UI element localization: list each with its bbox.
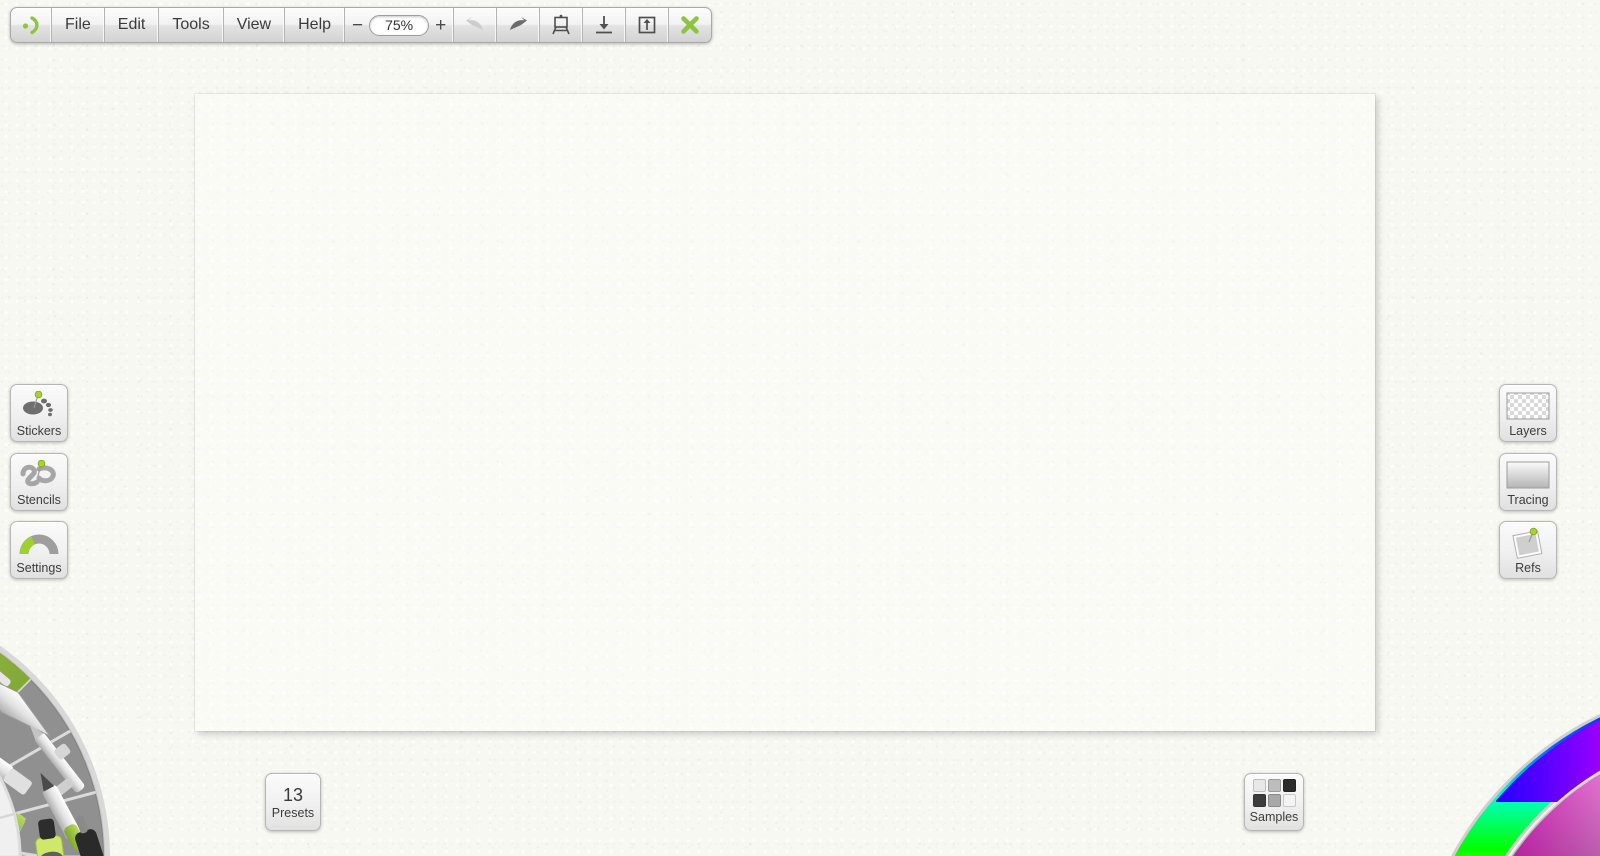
menu-help[interactable]: Help (285, 8, 346, 42)
zoom-out-button[interactable]: − (352, 16, 363, 35)
sample-swatch-4[interactable] (1267, 794, 1281, 807)
sample-swatch-grid[interactable] (1252, 779, 1296, 807)
artrage-logo-icon[interactable] (11, 8, 52, 42)
menu-edit-label: Edit (117, 16, 146, 33)
download-arrow-icon (596, 16, 613, 34)
import-button[interactable] (583, 8, 627, 42)
boxed-up-arrow-icon (638, 16, 656, 34)
menu-file[interactable]: File (52, 8, 105, 42)
samples-label: Samples (1249, 810, 1299, 824)
gradient-square-icon (1506, 458, 1550, 492)
checkerboard-icon (1506, 389, 1550, 423)
panel-tracing-label: Tracing (1507, 493, 1549, 507)
sample-swatch-3[interactable] (1252, 794, 1266, 807)
menu-view[interactable]: View (224, 8, 286, 42)
redo-button[interactable] (497, 8, 541, 42)
menu-edit[interactable]: Edit (105, 8, 160, 42)
presets-label: Presets (271, 806, 315, 820)
footprint-pin-icon (17, 389, 61, 423)
panel-layers-label: Layers (1509, 424, 1547, 438)
undo-arrow-icon (466, 17, 484, 30)
zoom-control-group: − 75% + (345, 8, 455, 42)
zoom-level-input[interactable]: 75% (369, 14, 430, 36)
presets-button[interactable]: 13 Presets (265, 773, 321, 831)
panel-layers[interactable]: Layers (1499, 384, 1557, 442)
sample-swatch-1[interactable] (1267, 779, 1281, 792)
menu-view-label: View (236, 16, 272, 33)
export-button[interactable] (626, 8, 670, 42)
panel-refs[interactable]: Refs (1499, 521, 1557, 579)
zoom-in-button[interactable]: + (435, 16, 446, 35)
color-picker[interactable]: Metallic 0% (1316, 586, 1600, 856)
sample-swatch-0[interactable] (1252, 779, 1266, 792)
easel-button[interactable] (540, 8, 584, 42)
menu-help-label: Help (298, 16, 332, 33)
main-toolbar: File Edit Tools View Help − 75% + (10, 7, 713, 43)
menu-tools-label: Tools (172, 16, 210, 33)
panel-stickers[interactable]: Stickers (10, 384, 68, 442)
panel-stickers-label: Stickers (16, 424, 62, 438)
undo-button[interactable] (454, 8, 498, 42)
samples-button[interactable]: Samples (1244, 773, 1304, 831)
pinned-photo-icon (1506, 526, 1550, 560)
close-button[interactable] (669, 8, 711, 42)
presets-count: 13 (282, 785, 304, 805)
redo-arrow-icon (510, 17, 528, 30)
green-cross-icon (681, 16, 700, 34)
tool-wheel-outer-ring[interactable]: ArtRage (0, 602, 115, 856)
tool-wheel[interactable]: ArtRage (0, 437, 272, 856)
sample-swatch-5[interactable] (1282, 794, 1296, 807)
panel-tracing[interactable]: Tracing (1499, 453, 1557, 511)
easel-icon (552, 14, 570, 35)
painting-canvas[interactable] (195, 94, 1375, 731)
panel-refs-label: Refs (1515, 561, 1541, 575)
menu-file-label: File (65, 16, 91, 33)
menu-tools[interactable]: Tools (159, 8, 224, 42)
sample-swatch-2[interactable] (1282, 779, 1296, 792)
